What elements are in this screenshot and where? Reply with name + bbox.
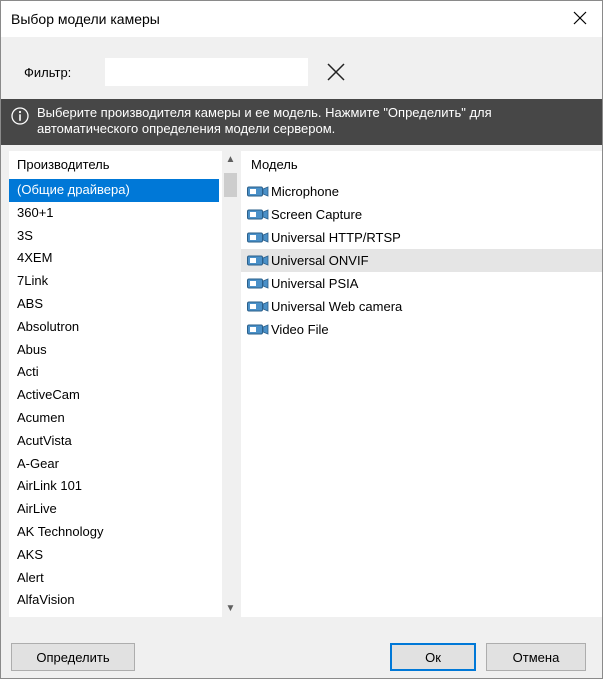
model-label: Video File bbox=[271, 322, 329, 337]
model-label: Universal ONVIF bbox=[271, 253, 369, 268]
camera-icon bbox=[247, 324, 269, 335]
model-item[interactable]: Universal Web camera bbox=[241, 295, 602, 318]
filter-row: Фильтр: bbox=[1, 37, 602, 97]
manufacturer-item[interactable]: ABS bbox=[9, 293, 219, 316]
title-bar: Выбор модели камеры bbox=[1, 1, 602, 37]
model-header: Модель bbox=[251, 157, 298, 172]
manufacturer-item[interactable]: Alert bbox=[9, 567, 219, 590]
clear-icon bbox=[327, 63, 345, 81]
camera-icon bbox=[247, 255, 269, 266]
model-item-highlighted[interactable]: Universal ONVIF bbox=[241, 249, 602, 272]
cancel-button[interactable]: Отмена bbox=[486, 643, 586, 671]
camera-icon bbox=[247, 301, 269, 312]
camera-icon bbox=[247, 209, 269, 220]
camera-icon bbox=[247, 186, 269, 197]
manufacturer-item-selected[interactable]: (Общие драйвера) bbox=[9, 179, 219, 202]
manufacturer-item[interactable]: 7Link bbox=[9, 270, 219, 293]
manufacturer-item[interactable]: 3S bbox=[9, 225, 219, 248]
manufacturer-item[interactable]: AlfaVision bbox=[9, 589, 219, 612]
info-icon bbox=[11, 107, 29, 125]
manufacturer-item[interactable]: Acti bbox=[9, 361, 219, 384]
model-label: Microphone bbox=[271, 184, 339, 199]
camera-icon bbox=[247, 232, 269, 243]
manufacturer-item[interactable]: AKS bbox=[9, 544, 219, 567]
ok-button[interactable]: Ок bbox=[390, 643, 476, 671]
manufacturer-item[interactable]: Acumen bbox=[9, 407, 219, 430]
model-label: Universal Web camera bbox=[271, 299, 403, 314]
scroll-thumb[interactable] bbox=[224, 173, 237, 197]
manufacturer-item[interactable]: A-Gear bbox=[9, 453, 219, 476]
manufacturer-item[interactable]: Abus bbox=[9, 339, 219, 362]
manufacturer-item[interactable]: ActiveCam bbox=[9, 384, 219, 407]
filter-label: Фильтр: bbox=[24, 65, 72, 80]
model-item[interactable]: Microphone bbox=[241, 180, 602, 203]
manufacturer-item[interactable]: Absolutron bbox=[9, 316, 219, 339]
clear-filter-button[interactable] bbox=[324, 60, 348, 84]
model-panel: Модель Microphone Screen Capture Univers… bbox=[241, 151, 602, 617]
camera-icon bbox=[247, 278, 269, 289]
model-label: Universal HTTP/RTSP bbox=[271, 230, 401, 245]
manufacturer-item[interactable]: AK Technology bbox=[9, 521, 219, 544]
model-label: Screen Capture bbox=[271, 207, 363, 222]
button-bar: Определить Ок Отмена bbox=[1, 617, 602, 678]
manufacturer-list[interactable]: (Общие драйвера) 360+1 3S 4XEM 7Link ABS… bbox=[9, 179, 219, 612]
manufacturer-item[interactable]: 360+1 bbox=[9, 202, 219, 225]
manufacturer-header: Производитель bbox=[17, 157, 110, 172]
info-bar: Выберите производителя камеры и ее модел… bbox=[1, 99, 602, 145]
manufacturer-item[interactable]: AirLive bbox=[9, 498, 219, 521]
manufacturer-item[interactable]: 4XEM bbox=[9, 247, 219, 270]
manufacturer-item[interactable]: AirLink 101 bbox=[9, 475, 219, 498]
close-icon bbox=[573, 11, 587, 25]
close-button[interactable] bbox=[558, 1, 602, 35]
camera-model-dialog: Выбор модели камеры Фильтр: Выберите про… bbox=[0, 0, 603, 679]
model-item[interactable]: Universal HTTP/RTSP bbox=[241, 226, 602, 249]
model-label: Universal PSIA bbox=[271, 276, 359, 291]
manufacturer-scrollbar[interactable]: ▲ ▼ bbox=[222, 151, 239, 617]
scroll-up-icon[interactable]: ▲ bbox=[222, 151, 239, 168]
manufacturer-item[interactable]: AcutVista bbox=[9, 430, 219, 453]
scroll-down-icon[interactable]: ▼ bbox=[222, 600, 239, 617]
filter-input[interactable] bbox=[105, 58, 308, 86]
model-list[interactable]: Microphone Screen Capture Universal HTTP… bbox=[241, 180, 602, 341]
detect-button[interactable]: Определить bbox=[11, 643, 135, 671]
dialog-title: Выбор модели камеры bbox=[11, 11, 160, 27]
model-item[interactable]: Universal PSIA bbox=[241, 272, 602, 295]
model-item[interactable]: Video File bbox=[241, 318, 602, 341]
model-item[interactable]: Screen Capture bbox=[241, 203, 602, 226]
info-text: Выберите производителя камеры и ее модел… bbox=[37, 105, 492, 136]
manufacturer-panel: Производитель (Общие драйвера) 360+1 3S … bbox=[9, 151, 239, 617]
